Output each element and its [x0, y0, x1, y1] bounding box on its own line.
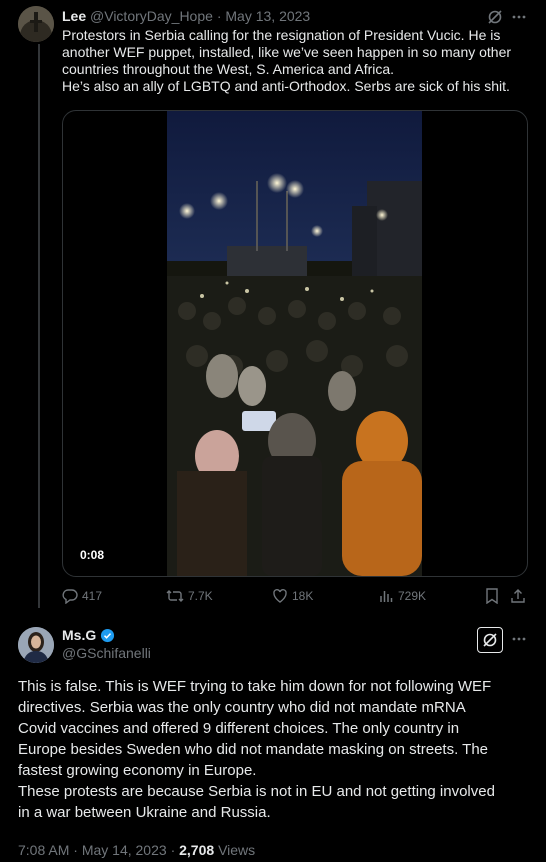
main-name-row: Ms.G [62, 627, 115, 643]
text-line: Protestors in Serbia calling for the res… [62, 27, 501, 43]
reply-count: 417 [82, 589, 103, 603]
more-icon[interactable] [510, 8, 528, 26]
avatar-lee[interactable] [18, 6, 54, 42]
like-count: 18K [292, 589, 314, 603]
thread-connector-line [38, 44, 40, 608]
display-name[interactable]: Ms.G [62, 627, 96, 643]
text-line: in a war between Ukraine and Russia. [18, 804, 271, 821]
display-name[interactable]: Lee [62, 8, 86, 24]
handle[interactable]: @GSchifanelli [62, 645, 151, 661]
handle[interactable]: @VictoryDay_Hope [90, 8, 213, 24]
share-icon[interactable] [510, 588, 526, 604]
text-line: countries throughout the West, S. Americ… [62, 61, 395, 77]
main-tweet-text: This is false. This is WEF trying to tak… [18, 676, 538, 823]
text-line: another WEF puppet, installed, like we’v… [62, 44, 512, 60]
text-line: Covid vaccines and offered 9 different c… [18, 720, 460, 737]
reply-icon [62, 588, 78, 604]
like-icon [272, 588, 288, 604]
verified-badge-icon[interactable] [100, 628, 115, 643]
reply-button[interactable]: 417 [62, 588, 102, 604]
separator: · [170, 842, 176, 858]
bookmark-icon[interactable] [484, 588, 500, 604]
text-line: directives. Serbia was the only country … [18, 699, 466, 716]
post-time[interactable]: 7:08 AM [18, 842, 69, 858]
views-count: 729K [398, 589, 427, 603]
grok-icon[interactable] [477, 627, 503, 653]
views-icon [378, 588, 394, 604]
text-line: Europe besides Sweden who did not mandat… [18, 741, 489, 758]
video-frame [167, 111, 422, 576]
repost-button[interactable]: 7.7K [166, 588, 213, 604]
separator: · [73, 842, 78, 858]
grok-icon[interactable] [486, 8, 504, 26]
quoted-header: Lee @VictoryDay_Hope · May 13, 2023 [62, 8, 310, 24]
separator: · [216, 8, 222, 24]
text-line: He’s also an ally of LGBTQ and anti-Orth… [62, 78, 510, 94]
quoted-text: Protestors in Serbia calling for the res… [62, 27, 532, 95]
tweet-meta: 7:08 AM · May 14, 2023 · 2,708 Views [18, 842, 255, 858]
video-player[interactable]: 0:08 [62, 110, 528, 577]
post-date[interactable]: May 14, 2023 [82, 842, 167, 858]
like-button[interactable]: 18K [272, 588, 313, 604]
avatar-msg[interactable] [18, 627, 54, 663]
views-button[interactable]: 729K [378, 588, 426, 604]
text-line: fastest growing economy in Europe. [18, 762, 257, 779]
video-duration: 0:08 [80, 548, 105, 562]
repost-icon [166, 588, 184, 604]
text-line: This is false. This is WEF trying to tak… [18, 678, 492, 695]
more-icon[interactable] [510, 630, 528, 648]
views-count: 2,708 [179, 842, 215, 858]
views-label: Views [218, 842, 256, 858]
post-date[interactable]: May 13, 2023 [225, 8, 310, 24]
text-line: These protests are because Serbia is not… [18, 783, 495, 800]
repost-count: 7.7K [188, 589, 213, 603]
